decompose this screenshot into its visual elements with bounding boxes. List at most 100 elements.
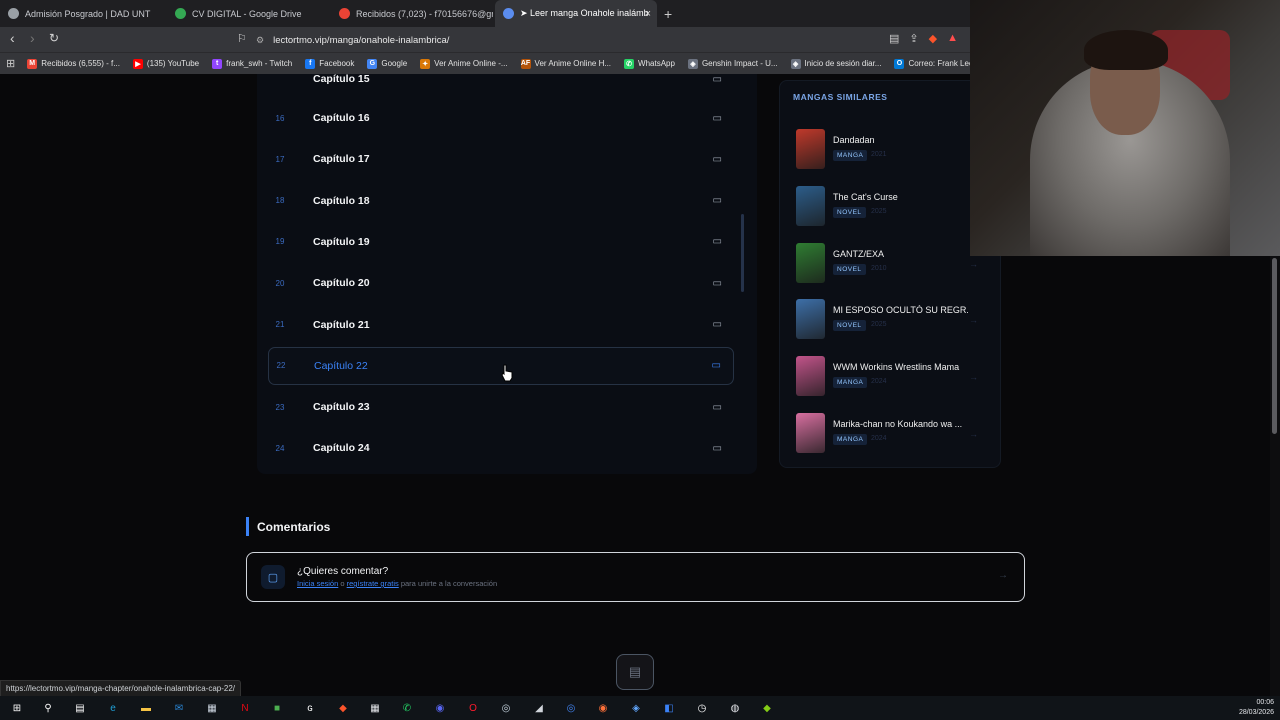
brave-icon[interactable]: ◆ [334,699,352,717]
manga-cover [796,356,825,397]
similar-manga-item[interactable]: WWM Workins Wrestlins Mama MANGA 2024 → [796,356,992,398]
share-icon[interactable]: ⇪ [909,32,918,45]
read-icon: ▭ [712,195,722,207]
bookmark-item[interactable]: M Recibidos (6,555) - f... [27,58,120,69]
search-icon[interactable]: ⚲ [39,699,57,717]
facebook-icon: f [305,58,316,69]
bluestacks-icon[interactable]: ◆ [758,699,776,717]
steam-icon[interactable]: ◎ [497,699,515,717]
unknown-app-icon[interactable]: ◈ [627,699,645,717]
login-link[interactable]: Inicia sesión [297,579,338,588]
chapter-item[interactable]: 24 Capítulo 24 ▭ [268,429,734,467]
similar-manga-item[interactable]: Marika-chan no Koukando wa ... MANGA 2024 → [796,413,992,455]
bookmark-item[interactable]: f Facebook [305,58,354,69]
mail-icon[interactable]: ✉ [170,699,188,717]
new-tab-button[interactable]: + [664,6,672,22]
clock-app-icon[interactable]: ◷ [693,699,711,717]
bookmark-item[interactable]: G Google [367,58,408,69]
similar-manga-item[interactable]: DandadanMANGA2021→ [796,129,992,171]
page-scrollbar-thumb[interactable] [1272,258,1277,434]
read-icon: ▭ [711,360,721,372]
tab-label: CV DIGITAL - Google Drive [192,8,302,19]
back-icon[interactable]: ‹ [10,30,15,46]
tab-2[interactable]: CV DIGITAL - Google Drive [167,0,329,27]
tab-1[interactable]: Admisión Posgrado | DAD UNT [0,0,165,27]
site-info-icon[interactable]: ⚙ [256,35,264,46]
arrow-right-icon: → [969,372,978,383]
file-explorer-icon[interactable]: ▬ [137,699,155,717]
clock-date: 28/03/2026 [1238,709,1274,716]
bookmark-label: Google [381,59,408,68]
brave-rewards-icon[interactable]: ▲ [947,32,958,45]
bookmark-item[interactable]: ✦ Ver Anime Online -... [420,58,508,69]
similar-manga-item[interactable]: GANTZ/EXA NOVEL 2010 → [796,242,992,285]
chrome-icon[interactable]: ◎ [562,699,580,717]
chapter-item[interactable]: 21 Capítulo 21 ▭ [268,306,734,344]
bookmark-item[interactable]: ▶ (135) YouTube [132,58,199,69]
task-view-icon[interactable]: ▤ [71,699,89,717]
roblox-studio-icon[interactable]: ◧ [660,699,678,717]
chapter-item[interactable]: 23 Capítulo 23 ▭ [268,388,734,426]
bookmark-item[interactable]: ◈ Genshin Impact - U... [687,58,778,69]
chapter-number: 20 [275,278,285,288]
bookmark-label: Recibidos (6,555) - f... [41,59,120,68]
similar-manga-item[interactable]: MI ESPOSO OCULTÓ SU REGR... NOVEL 2025 → [796,299,992,341]
chapter-item[interactable]: 18 Capítulo 18 ▭ [268,182,734,220]
chapter-name: Capítulo 19 [313,235,370,248]
tab-4[interactable]: ➤ Leer manga Onahole inalámb × [495,0,657,27]
globe-icon [8,8,19,19]
comment-prompt-box[interactable]: ▢ ¿Quieres comentar? Inicia sesión o reg… [246,552,1025,602]
close-tab-icon[interactable]: × [645,8,651,20]
manga-cover [796,129,825,169]
bookmark-item[interactable]: O Correo: Frank Leo [894,58,973,69]
epic-icon[interactable]: ɢ [301,699,319,717]
similar-manga-item[interactable]: The Cat's CurseNOVEL2025→ [796,185,992,228]
chapter-item[interactable]: 20 Capítulo 20 ▭ [268,264,734,302]
system-clock[interactable]: 00:06 28/03/2026 [1239,698,1274,718]
opera-icon[interactable]: O [464,699,482,717]
bookmark-item[interactable]: t frank_swh - Twitch [212,58,292,69]
brave-shields-icon[interactable]: ◆ [929,32,937,45]
chapter-name: Capítulo 24 [313,442,370,455]
windows-start-icon[interactable]: ⊞ [8,699,26,717]
chapter-item-partial[interactable]: Capítulo 15 ▭ [268,74,734,98]
whatsapp-icon[interactable]: ✆ [398,699,416,717]
bookmark-item[interactable]: AF Ver Anime Online H... [520,58,612,69]
apps-grid-icon[interactable]: ⊞ [6,57,15,70]
clock-time: 00:06 [1256,699,1274,706]
forward-icon[interactable]: › [30,30,35,46]
webcam-overlay [970,0,1280,256]
chapter-item[interactable]: 17 Capítulo 17 ▭ [268,140,734,178]
valorant-icon[interactable]: ◢ [530,699,548,717]
store-icon[interactable]: ▦ [203,699,221,717]
twitch-icon: t [212,58,223,69]
obs-icon[interactable]: ◍ [726,699,744,717]
chapter-item[interactable]: 19 Capítulo 19 ▭ [268,223,734,261]
manga-type-badge: NOVEL [833,263,866,275]
reload-icon[interactable]: ↻ [49,31,59,45]
link-status-bar: https://lectortmo.vip/manga-chapter/onah… [0,680,242,697]
manga-cover [796,242,825,283]
bookmark-label: Genshin Impact - U... [701,59,778,68]
bookmark-item[interactable]: ◈ Inicio de sesión diar... [790,58,881,69]
floating-chat-button[interactable]: ▤ [616,654,654,690]
anime-icon: ✦ [420,58,431,69]
chapter-list-scrollbar[interactable] [741,214,744,292]
edge-icon[interactable]: e [104,699,122,717]
minecraft-icon[interactable]: ■ [268,699,286,717]
gmail-icon: M [27,58,38,69]
bookmark-icon[interactable]: ⚐ [237,32,247,45]
discord-icon[interactable]: ◉ [431,699,449,717]
netflix-icon[interactable]: N [236,699,254,717]
manga-cover [796,185,825,226]
bookmark-label: Ver Anime Online H... [534,59,612,68]
tab-3[interactable]: Recibidos (7,023) - f70156676@gmai [331,0,493,27]
address-bar[interactable]: ⚙ lectortmo.vip/manga/onahole-inalambric… [256,30,976,50]
chapter-item[interactable]: 16 Capítulo 16 ▭ [268,99,734,137]
register-link[interactable]: regístrate gratis [347,579,399,588]
calculator-icon[interactable]: ▦ [366,699,384,717]
firefox-icon[interactable]: ◉ [594,699,612,717]
read-icon: ▭ [712,153,722,165]
reader-mode-icon[interactable]: ▤ [889,32,899,45]
bookmark-item[interactable]: ✆ WhatsApp [624,58,675,69]
